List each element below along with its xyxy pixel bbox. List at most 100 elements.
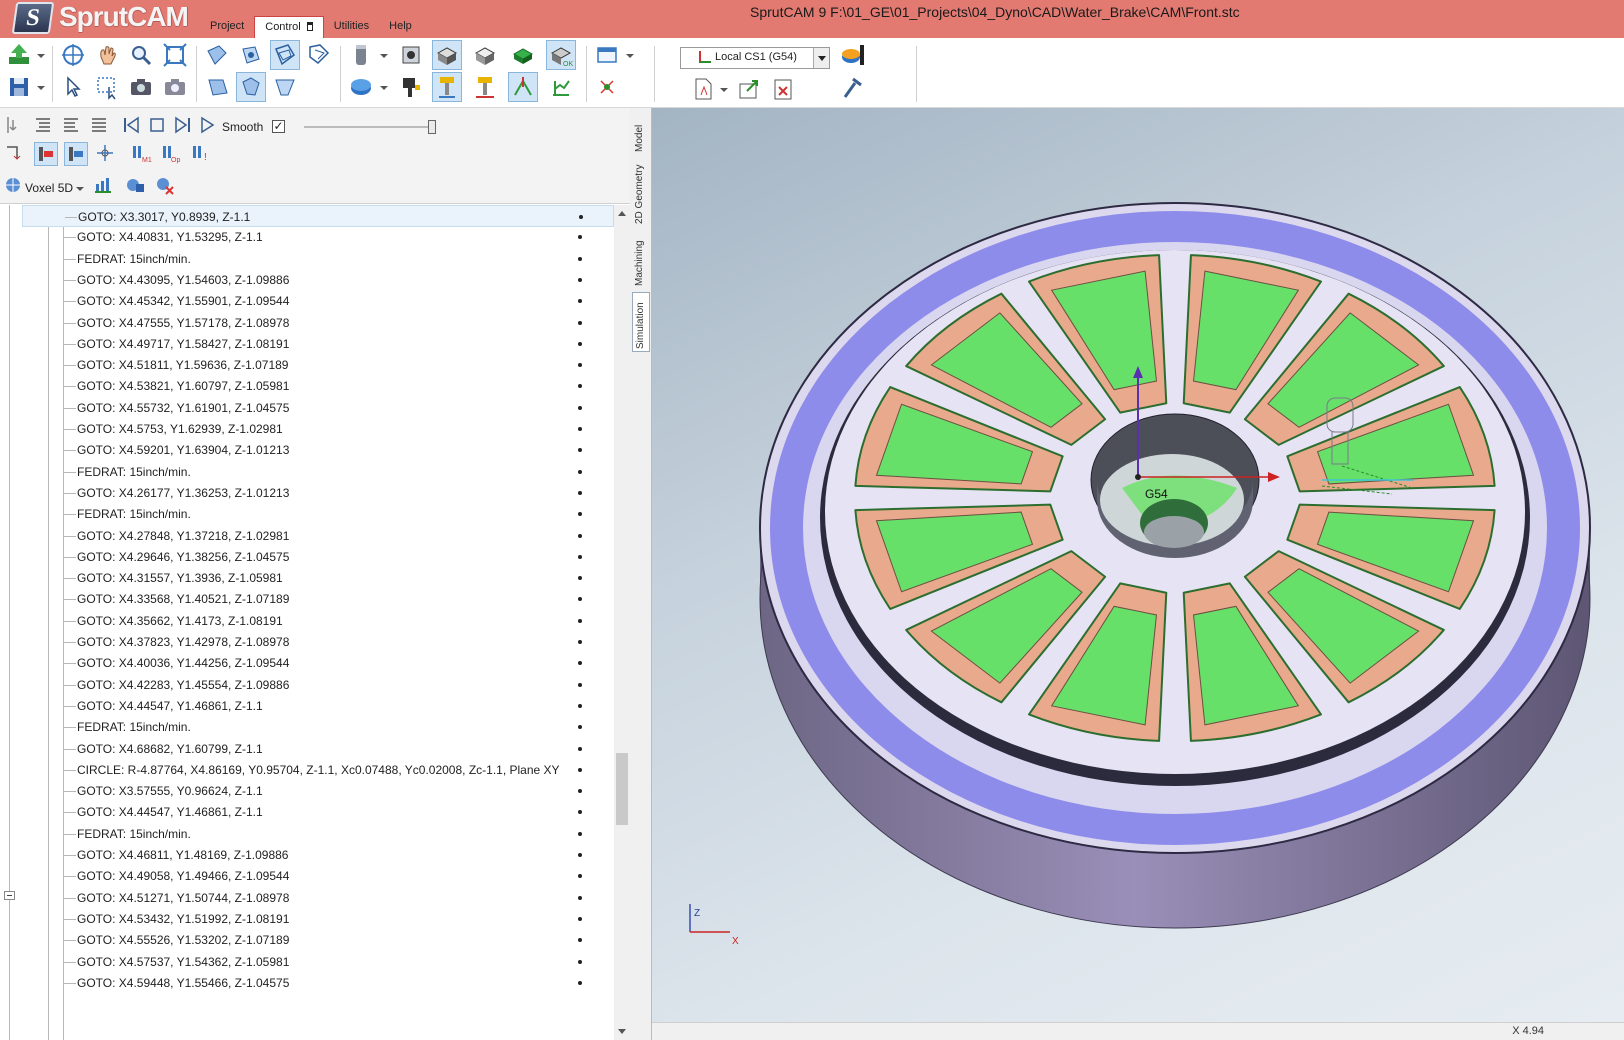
- command-row[interactable]: GOTO: X4.53432, Y1.51992, Z-1.08191: [22, 908, 614, 930]
- menu-help[interactable]: Help: [379, 16, 422, 38]
- pan-hand-icon[interactable]: [92, 40, 122, 70]
- command-row[interactable]: GOTO: X4.59201, Y1.63904, Z-1.01213: [22, 439, 614, 461]
- command-row[interactable]: GOTO: X4.5753, Y1.62939, Z-1.02981: [22, 418, 614, 440]
- view-wireframe-icon[interactable]: [270, 40, 300, 70]
- command-row[interactable]: GOTO: X4.26177, Y1.36253, Z-1.01213: [22, 482, 614, 504]
- tool-holder-dropdown-icon[interactable]: [380, 54, 388, 58]
- workpiece-icon[interactable]: [346, 72, 376, 102]
- command-row[interactable]: GOTO: X3.57555, Y0.96624, Z-1.1: [22, 780, 614, 802]
- command-list[interactable]: GOTO: X3.3017, Y0.8939, Z-1.1 GOTO: X4.40…: [0, 205, 630, 1040]
- rotate-step-icon[interactable]: [2, 142, 26, 166]
- screenshot-icon[interactable]: [126, 72, 156, 102]
- export-report-icon[interactable]: [734, 74, 764, 104]
- command-row[interactable]: GOTO: X4.40831, Y1.53295, Z-1.1: [22, 226, 614, 248]
- scroll-thumb[interactable]: [616, 753, 628, 825]
- command-row[interactable]: GOTO: X4.53821, Y1.60797, Z-1.05981: [22, 375, 614, 397]
- axis-origin-icon[interactable]: [592, 72, 622, 102]
- command-row[interactable]: GOTO: X4.68682, Y1.60799, Z-1.1: [22, 738, 614, 760]
- command-row[interactable]: GOTO: X4.29646, Y1.38256, Z-1.04575: [22, 546, 614, 568]
- report-dropdown-icon[interactable]: [720, 88, 728, 92]
- command-row[interactable]: GOTO: X4.40036, Y1.44256, Z-1.09544: [22, 652, 614, 674]
- command-row[interactable]: GOTO: X4.37823, Y1.42978, Z-1.08978: [22, 631, 614, 653]
- smooth-checkbox[interactable]: ✓: [272, 120, 285, 133]
- toolpath-chart-icon[interactable]: [546, 72, 576, 102]
- list-all-icon[interactable]: [88, 114, 112, 138]
- report-icon[interactable]: [688, 74, 718, 104]
- tool-path-icon[interactable]: [432, 72, 462, 102]
- command-row[interactable]: FEDRAT: 15inch/min.: [22, 248, 614, 270]
- list-collapse-icon[interactable]: [32, 114, 56, 138]
- check-gouge-icon[interactable]: OK: [546, 40, 576, 70]
- command-row[interactable]: FEDRAT: 15inch/min.: [22, 461, 614, 483]
- 3d-viewport[interactable]: G54 Z X: [652, 108, 1624, 1022]
- pdf-report-icon[interactable]: [768, 74, 798, 104]
- select-pointer-icon[interactable]: [58, 72, 88, 102]
- rotate-view-icon[interactable]: [58, 40, 88, 70]
- stop-icon[interactable]: [146, 114, 170, 138]
- tool-axis-icon[interactable]: [470, 72, 500, 102]
- speed-slider-thumb[interactable]: [428, 120, 436, 134]
- menu-project[interactable]: Project: [200, 16, 254, 38]
- stock-view-icon[interactable]: [432, 40, 462, 70]
- pause-m01-icon[interactable]: M1: [130, 142, 154, 166]
- view-point-icon[interactable]: [236, 40, 266, 70]
- voxel-quality-icon[interactable]: [92, 174, 116, 198]
- pause-error-icon[interactable]: !: [190, 142, 214, 166]
- command-row[interactable]: GOTO: X4.49717, Y1.58427, Z-1.08191: [22, 333, 614, 355]
- simulation-settings-icon[interactable]: [838, 40, 868, 70]
- command-row[interactable]: GOTO: X4.44547, Y1.46861, Z-1.1: [22, 801, 614, 823]
- step-mode-icon[interactable]: [2, 114, 26, 138]
- view-shaded-icon[interactable]: [304, 40, 334, 70]
- show-machine-icon[interactable]: [34, 142, 58, 166]
- tree-collapse-toggle[interactable]: [4, 891, 15, 900]
- camera-icon[interactable]: [160, 72, 190, 102]
- voxel-mode-icon[interactable]: [2, 174, 26, 198]
- command-row[interactable]: GOTO: X4.47555, Y1.57178, Z-1.08978: [22, 312, 614, 334]
- save-dropdown-icon[interactable]: [37, 86, 45, 90]
- import-icon[interactable]: [4, 40, 34, 70]
- command-row[interactable]: GOTO: X4.46811, Y1.48169, Z-1.09886: [22, 844, 614, 866]
- select-box-icon[interactable]: [92, 72, 122, 102]
- coordinate-system-select[interactable]: Local CS1 (G54): [680, 47, 830, 69]
- import-dropdown-icon[interactable]: [37, 54, 45, 58]
- command-row[interactable]: FEDRAT: 15inch/min.: [22, 716, 614, 738]
- command-row[interactable]: GOTO: X4.55732, Y1.61901, Z-1.04575: [22, 397, 614, 419]
- view-iso-icon[interactable]: [236, 72, 266, 102]
- command-row[interactable]: GOTO: X4.42283, Y1.45554, Z-1.09886: [22, 674, 614, 696]
- toolpath-green-icon[interactable]: [508, 72, 538, 102]
- command-row[interactable]: GOTO: X4.43095, Y1.54603, Z-1.09886: [22, 269, 614, 291]
- window-layout-dropdown-icon[interactable]: [626, 54, 634, 58]
- speed-slider-track[interactable]: [304, 126, 434, 128]
- command-list-scrollbar[interactable]: [614, 205, 630, 1040]
- command-row[interactable]: GOTO: X4.51811, Y1.59636, Z-1.07189: [22, 354, 614, 376]
- tab-machining[interactable]: Machining: [632, 230, 650, 288]
- zoom-icon[interactable]: [126, 40, 156, 70]
- workpiece-dropdown-icon[interactable]: [380, 86, 388, 90]
- voxel-dropdown-icon[interactable]: [76, 187, 84, 191]
- play-icon[interactable]: [196, 114, 220, 138]
- command-row[interactable]: GOTO: X4.55526, Y1.53202, Z-1.07189: [22, 929, 614, 951]
- voxel-mode-select[interactable]: Voxel 5D: [25, 181, 73, 195]
- tab-2d-geometry[interactable]: 2D Geometry: [632, 160, 650, 226]
- command-row[interactable]: FEDRAT: 15inch/min.: [22, 823, 614, 845]
- step-forward-icon[interactable]: [172, 114, 196, 138]
- measure-icon[interactable]: [838, 72, 868, 102]
- menu-utilities[interactable]: Utilities: [324, 16, 379, 38]
- tool-view-icon[interactable]: [396, 72, 426, 102]
- voxel-clear-icon[interactable]: [154, 174, 178, 198]
- pin-icon[interactable]: [306, 22, 313, 31]
- tab-model[interactable]: Model: [632, 112, 650, 156]
- menu-control[interactable]: Control: [254, 16, 324, 38]
- command-row[interactable]: GOTO: X4.31557, Y1.3936, Z-1.05981: [22, 567, 614, 589]
- save-icon[interactable]: [4, 72, 34, 102]
- command-row[interactable]: GOTO: X4.49058, Y1.49466, Z-1.09544: [22, 865, 614, 887]
- machine-icon[interactable]: [396, 40, 426, 70]
- window-layout-icon[interactable]: [592, 40, 622, 70]
- command-row[interactable]: GOTO: X4.59448, Y1.55466, Z-1.04575: [22, 972, 614, 994]
- command-row[interactable]: GOTO: X3.3017, Y0.8939, Z-1.1: [22, 205, 614, 227]
- command-row[interactable]: GOTO: X4.44547, Y1.46861, Z-1.1: [22, 695, 614, 717]
- scroll-down-icon[interactable]: [618, 1029, 626, 1034]
- rewind-start-icon[interactable]: [120, 114, 144, 138]
- command-row[interactable]: CIRCLE: R-4.87764, X4.86169, Y0.95704, Z…: [22, 759, 614, 781]
- cs-select-arrow-icon[interactable]: [813, 48, 829, 68]
